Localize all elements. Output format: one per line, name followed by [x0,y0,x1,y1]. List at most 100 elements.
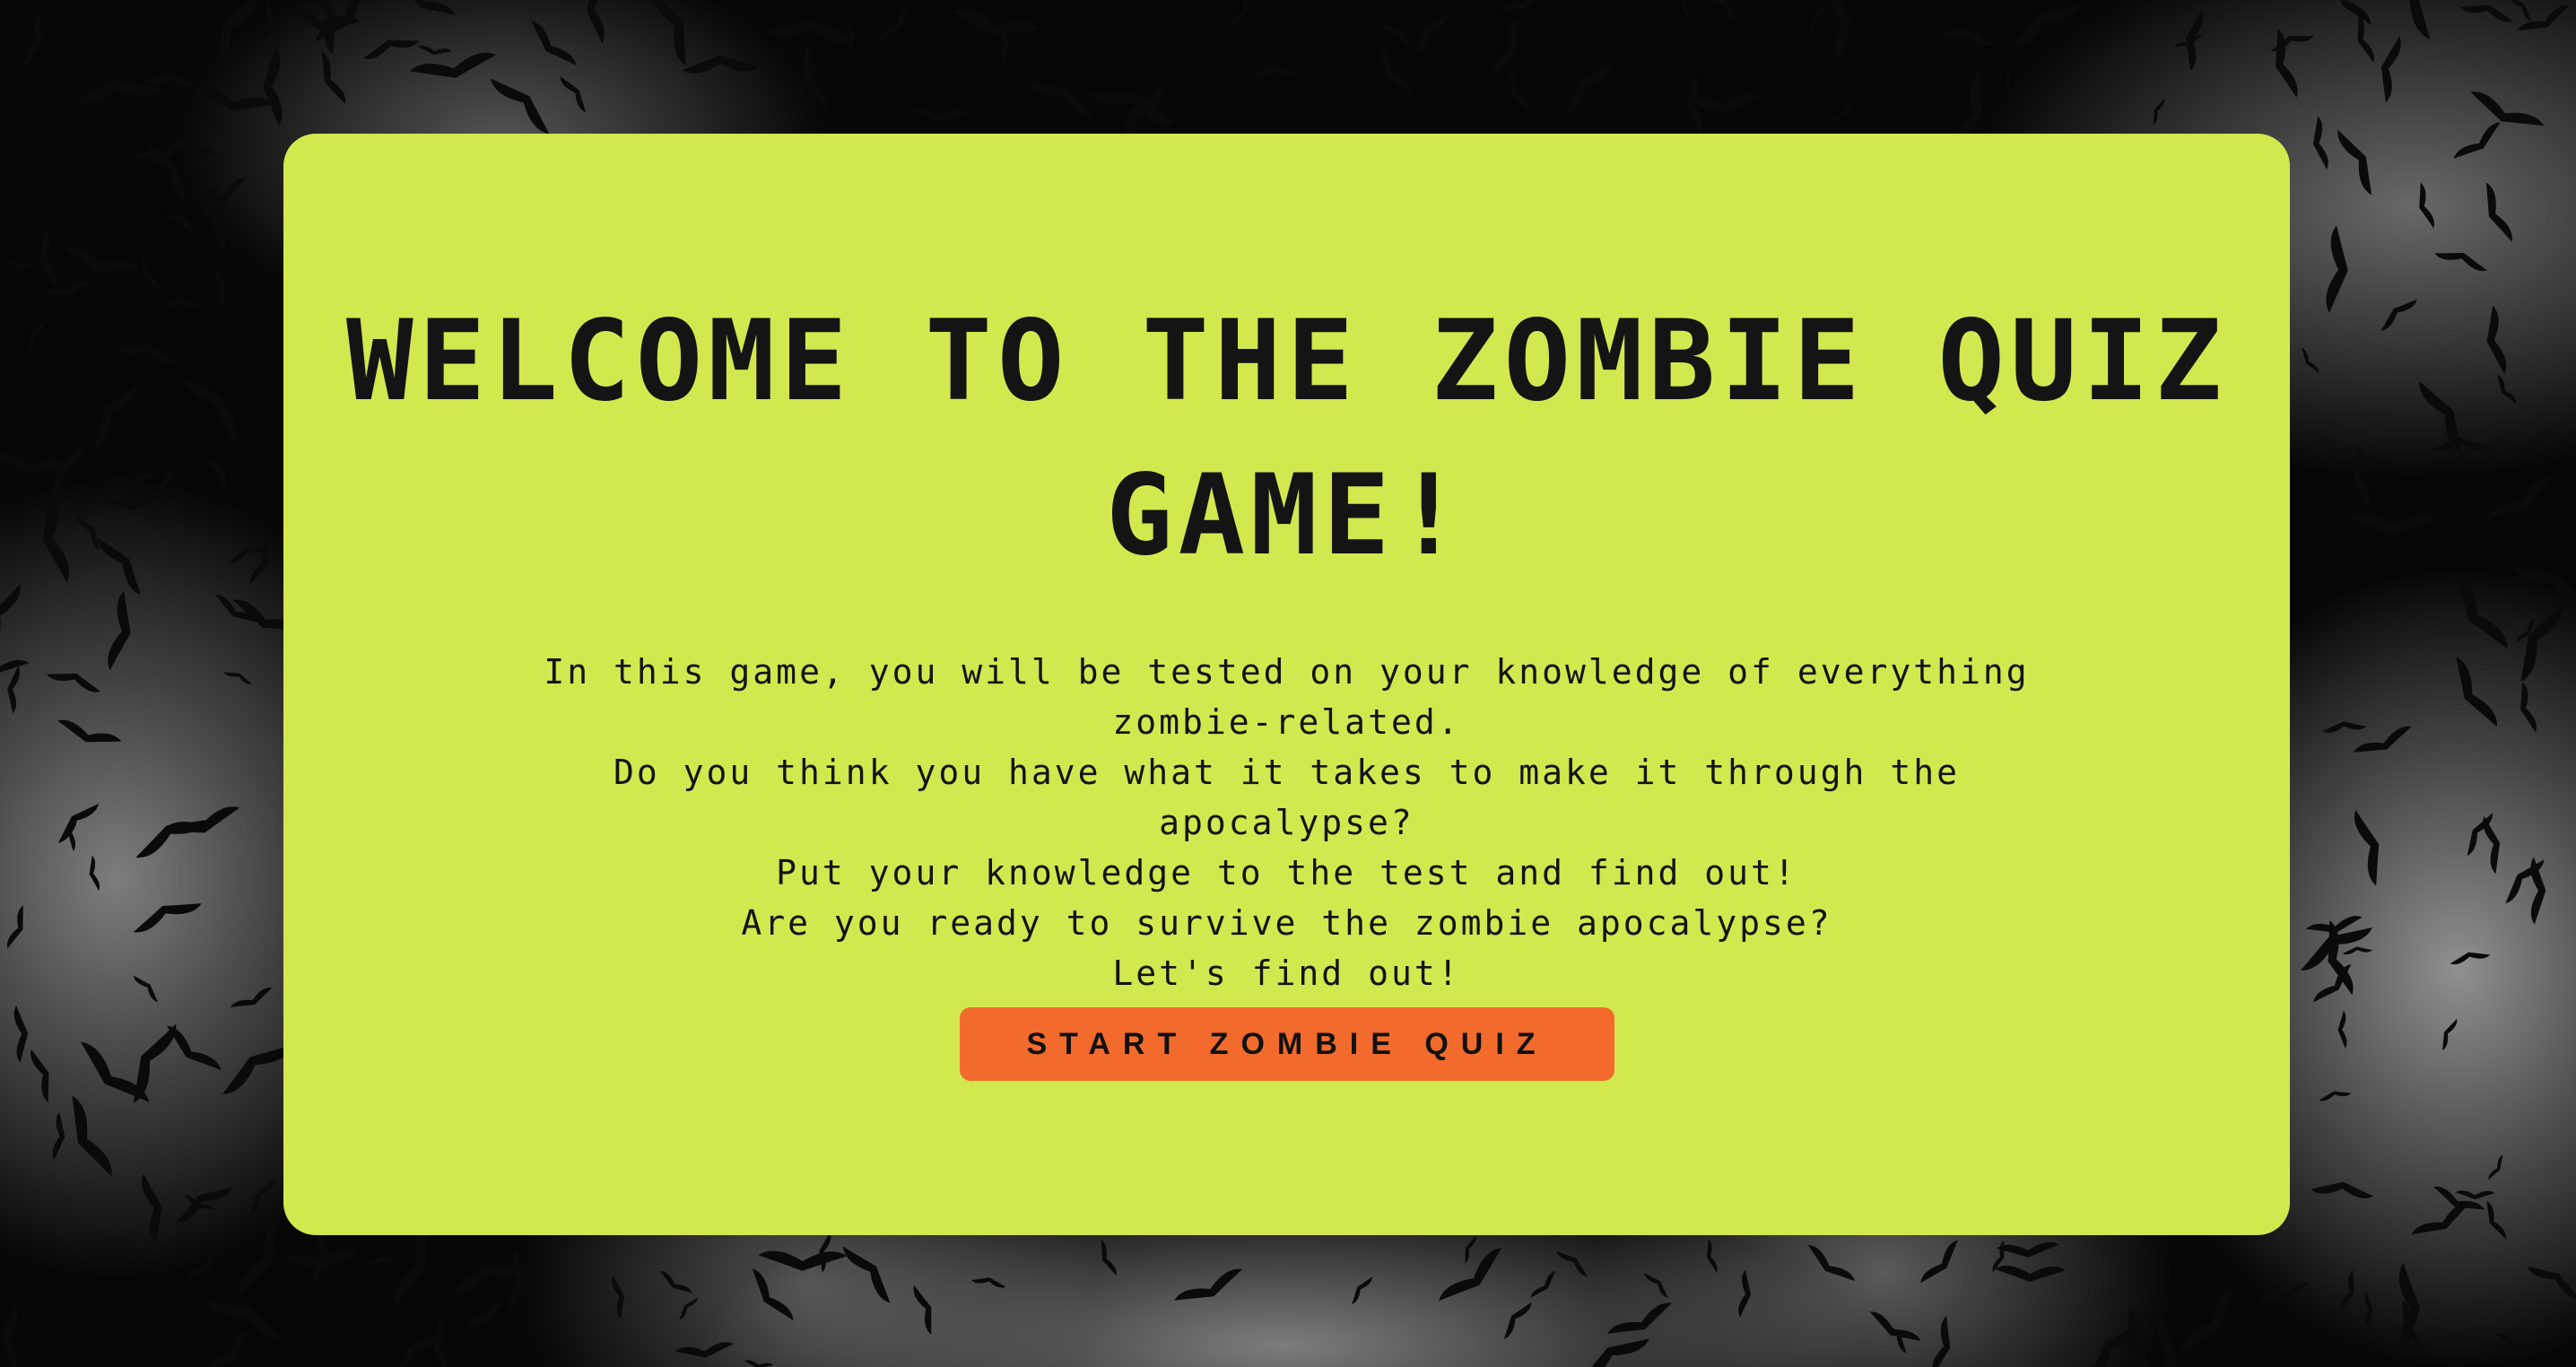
bird-silhouette [1503,1302,1532,1339]
bird-silhouette [2496,1333,2539,1351]
bird-silhouette [7,666,20,714]
bird-silhouette [2350,514,2439,535]
intro-line: In this game, you will be tested on your… [544,652,2030,742]
bird-silhouette [187,1249,220,1279]
bird-silhouette [363,39,420,59]
bird-silhouette [1174,1268,1243,1301]
bird-silhouette [2380,299,2417,331]
welcome-card: WELCOME TO THE ZOMBIE QUIZ GAME! In this… [283,134,2290,1235]
bird-silhouette [508,1248,526,1314]
bird-silhouette [2512,567,2576,611]
bird-silhouette [2340,1269,2354,1312]
bird-silhouette [116,344,176,362]
bird-silhouette [163,299,203,309]
bird-silhouette [263,46,283,126]
bird-silhouette [72,1095,112,1177]
bird-silhouette [0,584,21,652]
bird-silhouette [1688,94,1760,112]
start-quiz-button[interactable]: START ZOMBIE QUIZ [960,1007,1614,1081]
bird-silhouette [2,1303,18,1367]
bird-silhouette [2520,682,2537,733]
bird-silhouette [1564,64,1613,114]
bird-silhouette [682,55,760,74]
bird-silhouette [2326,225,2348,313]
bird-silhouette [1738,1269,1752,1318]
bird-silhouette [2270,35,2314,52]
bird-silhouette [62,246,142,273]
bird-silhouette [2450,952,2491,965]
bird-silhouette [207,1330,248,1367]
bird-silhouette [1530,1270,1556,1298]
bird-silhouette [45,281,91,296]
bird-silhouette [1352,1276,1373,1305]
bird-silhouette [586,0,605,44]
bird-silhouette [1493,19,1518,77]
intro-line: Put your knowledge to the test and find … [776,853,1797,892]
bird-silhouette [2442,1018,2458,1051]
bird-silhouette [206,1302,283,1339]
bird-silhouette [2179,1286,2235,1354]
bird-silhouette [57,719,122,743]
bird-silhouette [490,78,550,135]
bird-silhouette [223,672,252,684]
bird-silhouette [2486,305,2507,375]
bird-silhouette [1501,0,1542,10]
bird-silhouette [176,1187,233,1223]
bird-silhouette [879,5,909,40]
bird-silhouette [417,46,452,56]
bird-silhouette [1465,1235,1476,1264]
bird-silhouette [2302,347,2319,373]
bird-silhouette [209,457,228,492]
bird-silhouette [744,1360,774,1367]
bird-silhouette [1510,71,1530,113]
bird-silhouette [1380,23,1412,48]
intro-text: In this game, you will be tested on your… [481,647,2093,998]
bird-silhouette [660,1271,692,1293]
bird-silhouette [2411,1202,2471,1235]
bird-silhouette [952,9,1042,37]
bird-silhouette [1940,29,1994,46]
bird-silhouette [367,1256,400,1265]
bird-silhouette [1706,0,1737,21]
bird-silhouette [2337,1010,2347,1049]
bird-silhouette [39,228,57,288]
bird-silhouette [2456,657,2498,727]
bird-silhouette [396,0,456,15]
bird-silhouette [42,492,69,583]
intro-line: Are you ready to survive the zombie apoc… [741,903,1832,943]
bird-silhouette [108,590,131,671]
bird-silhouette [409,52,497,78]
bird-silhouette [1706,1239,1718,1273]
bird-silhouette [2419,182,2434,229]
bird-silhouette [105,473,156,487]
bird-silhouette [1028,83,1093,117]
bird-silhouette [213,0,259,71]
bird-silhouette [1439,1248,1502,1302]
bird-silhouette [46,673,101,692]
bird-silhouette [1994,1266,2066,1283]
bird-silhouette [103,496,162,511]
bird-silhouette [530,21,577,65]
bird-silhouette [654,0,686,66]
bird-silhouette [2488,1154,2503,1180]
bird-silhouette [1996,1241,2059,1258]
bird-silhouette [229,546,265,563]
bird-silhouette [97,537,142,596]
bird-silhouette [2380,36,2401,103]
bird-silhouette [2453,122,2501,159]
bird-silhouette [752,1268,794,1321]
bird-silhouette [1606,1302,1672,1334]
bird-silhouette [239,1219,278,1294]
bird-silhouette [2459,4,2514,22]
bird-silhouette [4,258,35,269]
bird-silhouette [28,320,46,353]
bird-silhouette [250,1179,276,1214]
bird-silhouette [2342,946,2373,955]
intro-line: Do you think you have what it takes to m… [614,753,1960,842]
bird-silhouette [1807,1244,1856,1282]
bird-silhouette [2364,1292,2373,1327]
bird-silhouette [1556,1250,1588,1276]
bird-silhouette [1231,0,1249,30]
bird-silhouette [1415,15,1447,55]
bird-silhouette [215,269,226,307]
